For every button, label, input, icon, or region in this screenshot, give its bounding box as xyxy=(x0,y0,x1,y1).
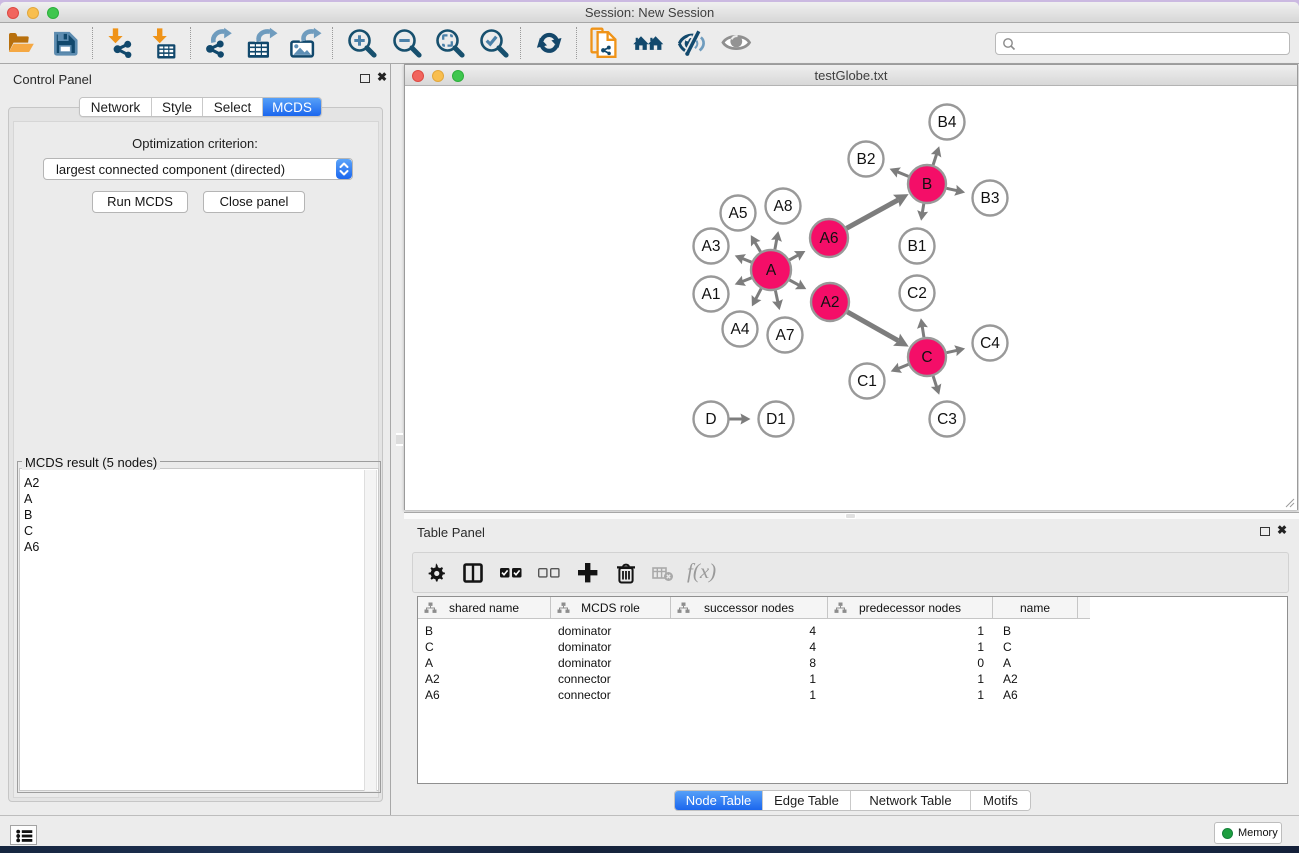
svg-text:A: A xyxy=(766,262,777,279)
svg-text:C1: C1 xyxy=(857,373,877,390)
svg-text:B2: B2 xyxy=(857,151,876,168)
svg-text:B4: B4 xyxy=(938,114,957,131)
svg-text:B: B xyxy=(922,176,932,193)
svg-text:A3: A3 xyxy=(702,238,721,255)
svg-text:C4: C4 xyxy=(980,335,1000,352)
svg-text:A6: A6 xyxy=(820,230,839,247)
svg-text:C3: C3 xyxy=(937,411,957,428)
svg-text:B3: B3 xyxy=(981,190,1000,207)
svg-text:D: D xyxy=(705,411,716,428)
svg-text:B1: B1 xyxy=(908,238,927,255)
svg-text:A5: A5 xyxy=(729,205,748,222)
svg-text:D1: D1 xyxy=(766,411,786,428)
svg-text:C2: C2 xyxy=(907,285,927,302)
svg-text:A8: A8 xyxy=(774,198,793,215)
svg-text:A7: A7 xyxy=(776,327,795,344)
svg-text:A4: A4 xyxy=(731,321,750,338)
svg-text:A2: A2 xyxy=(821,294,840,311)
svg-text:A1: A1 xyxy=(702,286,721,303)
svg-text:C: C xyxy=(921,349,932,366)
